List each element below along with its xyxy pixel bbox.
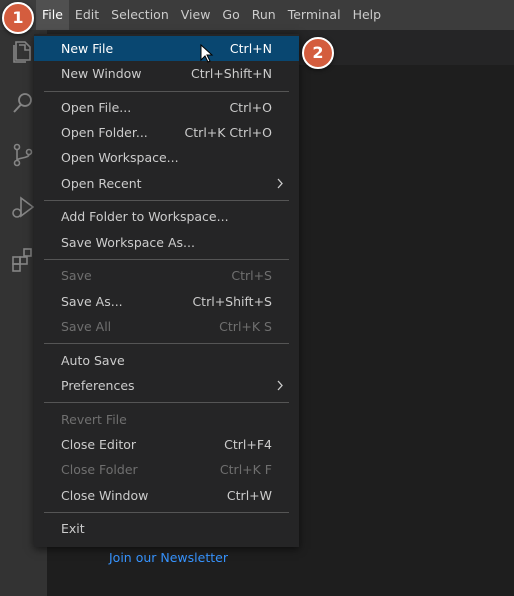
menu-item-close-editor[interactable]: Close Editor Ctrl+F4 xyxy=(34,432,299,457)
menu-item-save: Save Ctrl+S xyxy=(34,263,299,288)
menu-item-label: Save xyxy=(61,268,92,283)
menu-item-save-all: Save All Ctrl+K S xyxy=(34,314,299,339)
menu-item-label: Save As... xyxy=(61,294,123,309)
menu-item-label: Open File... xyxy=(61,100,132,115)
menu-item-open-file[interactable]: Open File... Ctrl+O xyxy=(34,95,299,120)
menu-help[interactable]: Help xyxy=(347,0,388,30)
menu-selection[interactable]: Selection xyxy=(105,0,175,30)
menu-item-close-folder: Close Folder Ctrl+K F xyxy=(34,457,299,482)
menu-item-label: Open Folder... xyxy=(61,125,148,140)
menu-item-auto-save[interactable]: Auto Save xyxy=(34,348,299,373)
menu-item-label: Add Folder to Workspace... xyxy=(61,209,229,224)
menu-item-label: Open Workspace... xyxy=(61,150,179,165)
menu-item-add-folder[interactable]: Add Folder to Workspace... xyxy=(34,204,299,229)
menu-item-preferences[interactable]: Preferences xyxy=(34,373,299,398)
menu-item-label: Save Workspace As... xyxy=(61,235,195,250)
menu-separator xyxy=(44,402,289,403)
menu-item-shortcut: Ctrl+F4 xyxy=(224,437,272,452)
menu-item-exit[interactable]: Exit xyxy=(34,516,299,541)
menu-item-label: Exit xyxy=(61,521,85,536)
file-menu-dropdown: New File Ctrl+N New Window Ctrl+Shift+N … xyxy=(34,34,299,547)
menu-item-label: New File xyxy=(61,41,114,56)
menu-item-shortcut: Ctrl+K Ctrl+O xyxy=(184,125,272,140)
menu-item-label: Close Window xyxy=(61,488,149,503)
menu-separator xyxy=(44,91,289,92)
menu-file[interactable]: File xyxy=(36,0,69,30)
menu-separator xyxy=(44,512,289,513)
chevron-right-icon xyxy=(277,380,283,391)
chevron-right-icon xyxy=(277,178,283,189)
menu-item-open-recent[interactable]: Open Recent xyxy=(34,171,299,196)
menu-terminal[interactable]: Terminal xyxy=(282,0,347,30)
menu-run[interactable]: Run xyxy=(246,0,282,30)
menu-item-label: Revert File xyxy=(61,412,127,427)
menu-item-shortcut: Ctrl+W xyxy=(226,488,272,503)
menu-edit[interactable]: Edit xyxy=(69,0,105,30)
menu-item-open-folder[interactable]: Open Folder... Ctrl+K Ctrl+O xyxy=(34,120,299,145)
menu-item-label: Open Recent xyxy=(61,176,142,191)
menu-item-close-window[interactable]: Close Window Ctrl+W xyxy=(34,483,299,508)
menu-item-new-file[interactable]: New File Ctrl+N xyxy=(34,36,299,61)
step-badge-2: 2 xyxy=(302,37,334,69)
menu-go[interactable]: Go xyxy=(216,0,245,30)
menu-item-shortcut: Ctrl+S xyxy=(231,268,272,283)
menu-item-shortcut: Ctrl+N xyxy=(229,41,272,56)
menu-view[interactable]: View xyxy=(175,0,217,30)
step-badge-1: 1 xyxy=(2,2,34,34)
newsletter-link[interactable]: Join our Newsletter xyxy=(109,550,228,565)
menu-item-revert-file: Revert File xyxy=(34,407,299,432)
menu-item-save-as[interactable]: Save As... Ctrl+Shift+S xyxy=(34,289,299,314)
menu-separator xyxy=(44,259,289,260)
menu-item-shortcut: Ctrl+Shift+S xyxy=(192,294,272,309)
menu-item-label: Close Folder xyxy=(61,462,138,477)
menu-item-label: Preferences xyxy=(61,378,135,393)
mouse-pointer-icon xyxy=(200,44,214,63)
menu-item-shortcut: Ctrl+K S xyxy=(219,319,272,334)
menu-item-shortcut: Ctrl+Shift+N xyxy=(191,66,272,81)
menu-item-shortcut: Ctrl+K F xyxy=(219,462,272,477)
menu-item-shortcut: Ctrl+O xyxy=(229,100,272,115)
menu-separator xyxy=(44,343,289,344)
menu-separator xyxy=(44,200,289,201)
menu-item-label: New Window xyxy=(61,66,142,81)
menu-item-new-window[interactable]: New Window Ctrl+Shift+N xyxy=(34,61,299,86)
menu-item-label: Close Editor xyxy=(61,437,137,452)
menu-item-label: Auto Save xyxy=(61,353,125,368)
menu-item-open-workspace[interactable]: Open Workspace... xyxy=(34,145,299,170)
menu-item-save-workspace-as[interactable]: Save Workspace As... xyxy=(34,230,299,255)
menu-item-label: Save All xyxy=(61,319,112,334)
menu-bar: File Edit Selection View Go Run Terminal… xyxy=(0,0,514,30)
